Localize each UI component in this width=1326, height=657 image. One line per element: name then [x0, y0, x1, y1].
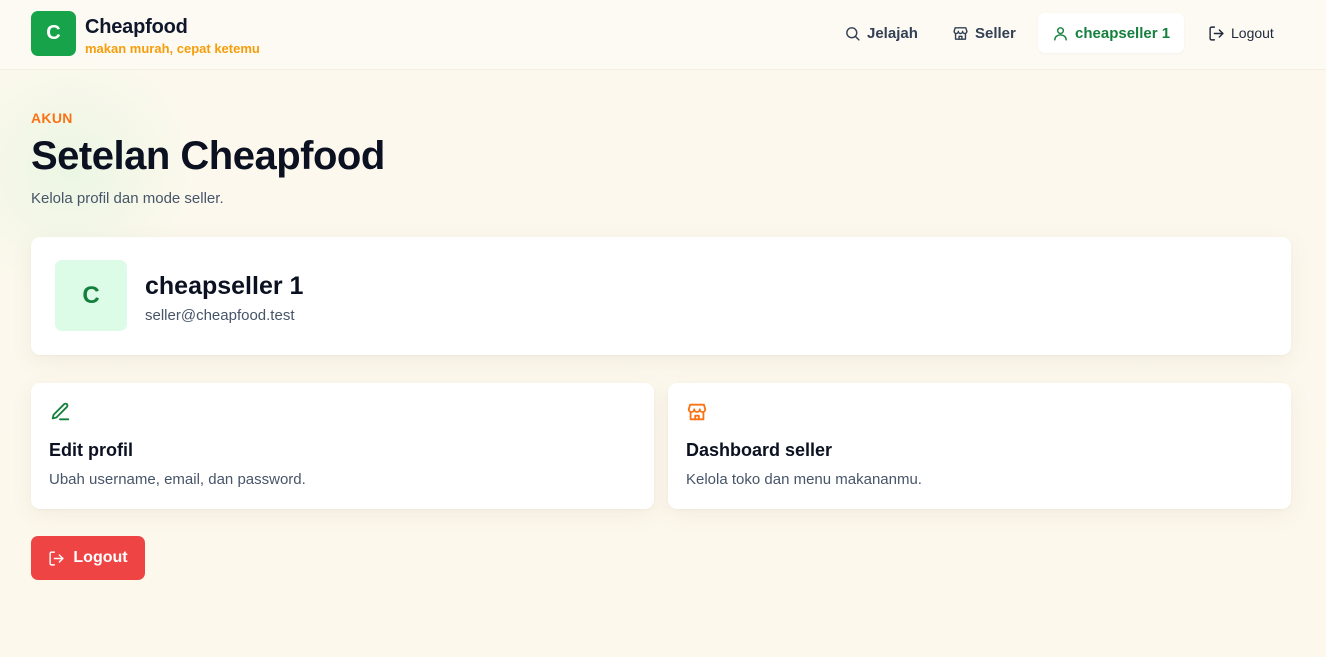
nav-seller-link[interactable]: Seller — [938, 13, 1030, 53]
logout-button[interactable]: Logout — [31, 536, 145, 580]
avatar-letter: C — [82, 281, 100, 309]
edit-profile-title: Edit profil — [49, 440, 133, 460]
brand-logo-letter: C — [46, 22, 61, 44]
seller-dashboard-card[interactable]: Dashboard seller Kelola toko dan menu ma… — [668, 383, 1291, 509]
nav-seller-label: Seller — [975, 24, 1016, 42]
avatar: C — [55, 260, 127, 331]
pencil-icon — [51, 402, 70, 421]
seller-dashboard-title: Dashboard seller — [686, 440, 833, 460]
nav-logout-label: Logout — [1231, 25, 1274, 41]
profile-name: cheapseller 1 — [145, 272, 304, 300]
user-icon — [1054, 26, 1067, 41]
page-subtitle: Kelola profil dan mode seller. — [31, 190, 224, 207]
nav-jelajah-label: Jelajah — [867, 24, 918, 42]
section-eyebrow: AKUN — [31, 110, 73, 126]
nav-logout-link[interactable]: Logout — [1194, 13, 1288, 53]
nav-user-label: cheapseller 1 — [1075, 24, 1171, 42]
logout-button-label: Logout — [73, 549, 128, 566]
top-navbar: C Cheapfood makan murah, cepat ketemu Je… — [0, 0, 1326, 70]
brand-name[interactable]: Cheapfood — [85, 16, 188, 39]
edit-profile-description: Ubah username, email, dan password. — [49, 471, 306, 488]
search-icon — [846, 26, 860, 41]
store-icon — [953, 26, 968, 40]
edit-profile-card[interactable]: Edit profil Ubah username, email, dan pa… — [31, 383, 654, 509]
profile-email: seller@cheapfood.test — [145, 307, 295, 324]
nav-user-link[interactable]: cheapseller 1 — [1038, 13, 1185, 53]
nav-jelajah-link[interactable]: Jelajah — [830, 13, 932, 53]
logout-icon — [49, 550, 64, 566]
profile-card: C cheapseller 1 seller@cheapfood.test — [31, 237, 1291, 355]
page-title: Setelan Cheapfood — [31, 134, 385, 178]
logout-icon — [1209, 25, 1224, 41]
brand-logo[interactable]: C — [31, 11, 76, 56]
brand-tagline: makan murah, cepat ketemu — [85, 41, 260, 56]
store-icon — [687, 403, 707, 421]
seller-dashboard-description: Kelola toko dan menu makananmu. — [686, 471, 922, 488]
